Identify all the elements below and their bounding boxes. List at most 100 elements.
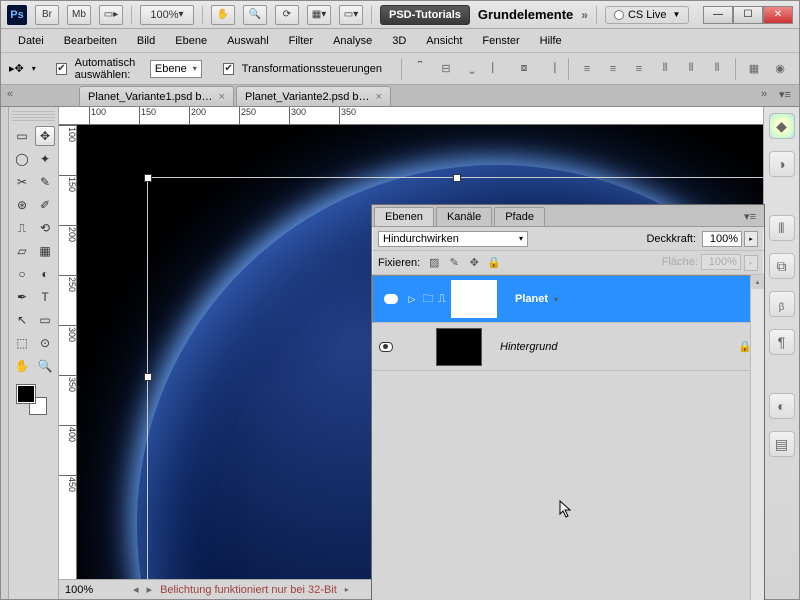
menu-filter[interactable]: Filter [280,32,322,50]
ruler-vertical[interactable]: 100 150 200 250 300 350 400 450 [59,125,77,579]
ruler-horizontal[interactable]: 100 150 200 250 300 350 [59,107,763,125]
menu-auswahl[interactable]: Auswahl [218,32,278,50]
collapse-panels-icon[interactable]: « [7,88,21,102]
maximize-button[interactable]: ☐ [733,6,763,24]
doctab-1-close-icon[interactable]: × [219,91,225,103]
layer-thumbnail[interactable] [436,328,482,366]
minimize-button[interactable]: — [703,6,733,24]
shape-tool[interactable]: ▭ [35,310,55,330]
menu-ebene[interactable]: Ebene [166,32,216,50]
character-panel-icon[interactable]: ¶ [769,329,795,355]
status-zoom[interactable]: 100% [65,584,125,596]
marquee-tool[interactable]: ▭ [12,126,32,146]
toolbox-handle[interactable] [12,111,55,121]
align-vmid-icon[interactable]: ⊟ [435,58,457,80]
rotate-view-button[interactable]: ⟳ [275,5,299,25]
arrange-docs-button[interactable]: ▦▾ [307,5,331,25]
3d-mode-icon[interactable]: ◉ [769,58,791,80]
dist-top-icon[interactable]: ≡ [576,58,598,80]
dist-left-icon[interactable]: ⦀ [654,58,676,80]
close-button[interactable]: ✕ [763,6,793,24]
layer-name[interactable]: Planet [501,293,548,305]
menu-datei[interactable]: Datei [9,32,53,50]
transform-handle-tc[interactable] [453,174,461,182]
align-hmid-icon[interactable]: ⧇ [513,58,535,80]
align-right-icon[interactable]: ⎹ [539,58,561,80]
panel-menu-icon[interactable]: ▾≡ [736,207,764,226]
doctab-1[interactable]: Planet_Variante1.psd b…× [79,86,234,106]
scroll-up-icon[interactable]: ▴ [751,275,764,289]
status-menu-icon[interactable]: ▸ [345,585,349,594]
move-tool[interactable]: ✥ [35,126,55,146]
opacity-input[interactable] [702,231,742,247]
minibridge-button[interactable]: Mb [67,5,91,25]
menu-3d[interactable]: 3D [383,32,415,50]
eyedropper-tool[interactable]: ✎ [35,172,55,192]
layers-scrollbar[interactable]: ▴ ▾ [750,275,764,600]
doctab-2[interactable]: Planet_Variante2.psd b…× [236,86,391,106]
opacity-slider-icon[interactable]: ▸ [744,231,758,247]
magicwand-tool[interactable]: ✦ [35,149,55,169]
dist-hmid-icon[interactable]: ⦀ [680,58,702,80]
align-left-icon[interactable]: ⎸ [487,58,509,80]
visibility-toggle-icon[interactable] [379,342,393,352]
autoselect-checkbox[interactable]: ✔ [56,63,66,75]
transform-checkbox[interactable]: ✔ [223,63,233,75]
hand-tool[interactable]: ✋ [12,356,32,376]
blur-tool[interactable]: ○ [12,264,32,284]
auto-align-icon[interactable]: ▦ [743,58,765,80]
menu-hilfe[interactable]: Hilfe [531,32,571,50]
3d-tool[interactable]: ⬚ [12,333,32,353]
eraser-tool[interactable]: ▱ [12,241,32,261]
status-arrow-left-icon[interactable]: ◂ [133,583,139,596]
dodge-tool[interactable]: ◐ [35,264,55,284]
stamp-tool[interactable]: ⎍ [12,218,32,238]
zoom-level-button[interactable]: 100% ▾ [140,5,194,25]
group-expand-icon[interactable]: ▷ [405,294,419,305]
menu-bearbeiten[interactable]: Bearbeiten [55,32,126,50]
blend-mode-dropdown[interactable]: Hindurchwirken [378,231,528,247]
layer-thumbnail[interactable] [451,280,497,318]
doctabs-expand-icon[interactable]: » [761,88,775,102]
tab-ebenen[interactable]: Ebenen [374,207,434,226]
lock-transparency-icon[interactable]: ▨ [426,255,442,271]
type-tool[interactable]: T [35,287,55,307]
3dcamera-tool[interactable]: ⊙ [35,333,55,353]
adjustments-panel-icon[interactable]: ⫴ [769,215,795,241]
doctabs-menu-icon[interactable]: ▾≡ [779,88,793,102]
autoselect-dropdown[interactable]: Ebene [150,60,202,78]
tab-pfade[interactable]: Pfade [494,207,545,226]
menu-bild[interactable]: Bild [128,32,164,50]
gradient-tool[interactable]: ▦ [35,241,55,261]
crop-tool[interactable]: ✂ [12,172,32,192]
align-bottom-icon[interactable]: ⎵ [461,58,483,80]
lock-position-icon[interactable]: ✥ [466,255,482,271]
history-brush-tool[interactable]: ⟲ [35,218,55,238]
workspace-more-icon[interactable]: » [581,8,588,22]
layers-panel-icon[interactable]: ◐ [769,393,795,419]
tab-kanaele[interactable]: Kanäle [436,207,492,226]
lock-all-icon[interactable]: 🔒 [486,255,502,271]
dist-right-icon[interactable]: ⦀ [706,58,728,80]
workspace-psdtutorials[interactable]: PSD-Tutorials [380,5,470,25]
layer-name[interactable]: Hintergrund [486,341,557,353]
screen-mode-button[interactable]: ▭▸ [99,5,123,25]
menu-analyse[interactable]: Analyse [324,32,381,50]
color-panel-icon[interactable]: ◆ [769,113,795,139]
cslive-button[interactable]: CS Live▼ [605,6,689,24]
status-arrow-right-icon[interactable]: ▸ [147,583,153,596]
zoom-tool[interactable]: 🔍 [35,356,55,376]
zoom-tool-button[interactable]: 🔍 [243,5,267,25]
workspace-grundelemente[interactable]: Grundelemente [478,7,573,22]
hand-tool-button[interactable]: ✋ [211,5,235,25]
layer-planet[interactable]: ▷ 🗀 ⎍ Planet [372,275,764,323]
bridge-button[interactable]: Br [35,5,59,25]
menu-fenster[interactable]: Fenster [473,32,528,50]
styles-panel-icon[interactable]: ᵦ [769,291,795,317]
transform-handle-ml[interactable] [144,373,152,381]
doctab-2-close-icon[interactable]: × [376,91,382,103]
screen-mode2-button[interactable]: ▭▾ [339,5,363,25]
lasso-tool[interactable]: ◯ [12,149,32,169]
path-select-tool[interactable]: ↖ [12,310,32,330]
lock-paint-icon[interactable]: ✎ [446,255,462,271]
